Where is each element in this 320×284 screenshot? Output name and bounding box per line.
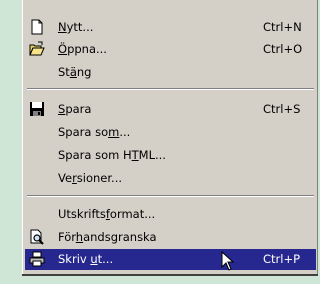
menu-separator: [27, 88, 314, 90]
print-preview-icon: [29, 229, 45, 245]
menu-item-label: Skriv ut...: [58, 252, 114, 266]
menu-item-label: Utskriftsformat...: [58, 207, 156, 221]
menu-item-label: Stäng: [58, 65, 92, 79]
menu-item-versions[interactable]: Versioner...: [25, 168, 316, 189]
menu-item-open[interactable]: Öppna... Ctrl+O: [25, 39, 316, 60]
mouse-pointer-icon: [221, 250, 235, 271]
shortcut-label: Ctrl+O: [263, 42, 303, 56]
menu-item-new[interactable]: Nytt... Ctrl+N: [25, 17, 316, 38]
menu-item-print[interactable]: Skriv ut... Ctrl+P: [25, 249, 316, 271]
menu-item-label: Spara som...: [58, 125, 131, 139]
menu-separator: [27, 195, 314, 197]
open-folder-icon: [29, 41, 45, 57]
shortcut-label: Ctrl+S: [263, 102, 301, 116]
printer-icon: [29, 251, 45, 267]
menu-item-print-preview[interactable]: Förhandsgranska: [25, 227, 316, 248]
menu-item-label: Versioner...: [58, 171, 123, 185]
menu-item-label: Nytt...: [58, 20, 94, 34]
menu-item-label: Öppna...: [58, 42, 107, 56]
menu-item-save[interactable]: Spara Ctrl+S: [25, 99, 316, 120]
menu-item-label: Spara: [58, 102, 92, 116]
menu-item-close[interactable]: Stäng: [25, 62, 316, 83]
menu-item-page-setup[interactable]: Utskriftsformat...: [25, 204, 316, 225]
new-document-icon: [29, 19, 45, 35]
menu-item-save-as[interactable]: Spara som...: [25, 122, 316, 143]
shortcut-label: Ctrl+N: [263, 20, 302, 34]
save-disk-icon: [29, 101, 45, 117]
menu-item-label: Spara som HTML...: [58, 148, 166, 162]
shortcut-label: Ctrl+P: [263, 252, 301, 266]
file-menu: Nytt... Ctrl+N Öppna... Ctrl+O Stäng Spa…: [22, 0, 318, 276]
menu-item-label: Förhandsgranska: [58, 230, 157, 244]
menu-item-save-as-html[interactable]: Spara som HTML...: [25, 145, 316, 166]
